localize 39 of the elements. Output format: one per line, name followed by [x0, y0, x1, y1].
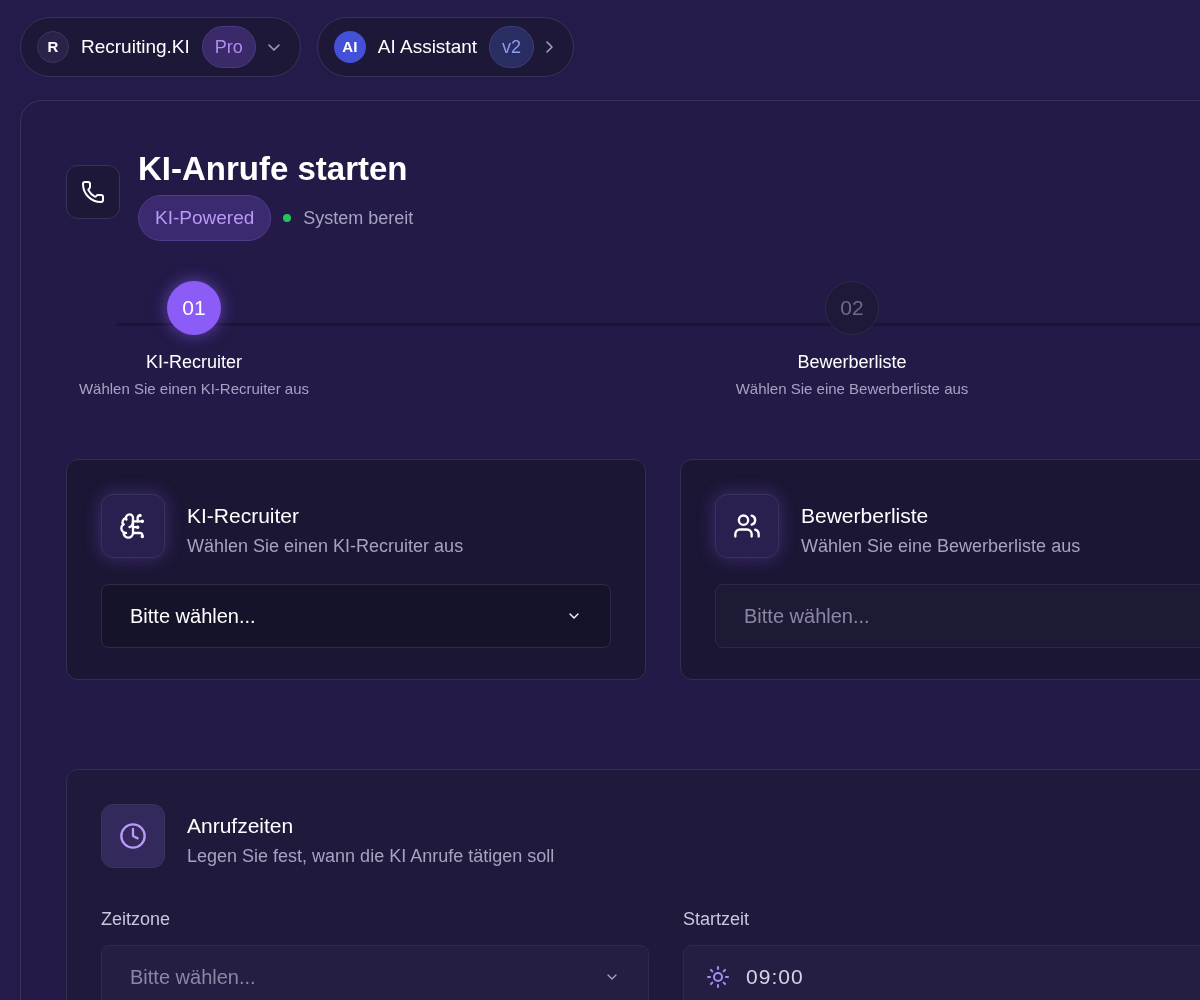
step-subtitle: Wählen Sie einen KI-Recruiter aus [78, 379, 310, 399]
avatar: AI [333, 31, 366, 63]
chevron-right-icon [546, 41, 554, 53]
select-field[interactable]: Bitte wählen... [101, 584, 611, 648]
time-value: 09:00 [746, 964, 804, 991]
step-title: Bewerberliste [797, 351, 907, 374]
ai-tag: KI-Powered [138, 195, 272, 241]
step-subtitle: Wählen Sie eine Bewerberliste aus [735, 379, 969, 399]
placeholder-text: Bitte wählen... [130, 965, 256, 990]
field-label: Zeitzone [101, 908, 172, 931]
input-field[interactable]: Bitte wählen... [715, 584, 1200, 648]
switcher-label: AI Assistant [377, 34, 478, 59]
brain-icon [119, 511, 147, 540]
plan-tag: v2 [489, 26, 535, 68]
field-label: Startzeit [683, 908, 751, 931]
page-title: KI-Anrufe starten [138, 149, 409, 189]
phone-icon [81, 180, 105, 204]
card-title: Anrufzeiten [187, 812, 295, 839]
plan-tag: Pro [201, 26, 256, 68]
card-subtitle: Legen Sie fest, wann die KI Anrufe tätigen soll [187, 845, 555, 868]
card-title: Bewerberliste [801, 502, 930, 529]
clock-icon [119, 821, 147, 850]
placeholder-text: Bitte wählen... [744, 604, 870, 629]
status-text: System bereit [303, 206, 414, 230]
card-title: KI-Recruiter [187, 502, 301, 529]
step-title: KI-Recruiter [146, 351, 242, 374]
users-icon [733, 511, 761, 540]
switcher-label: Recruiting.KI [81, 34, 190, 59]
card-subtitle: Wählen Sie einen KI-Recruiter aus [187, 535, 464, 558]
select-value: Bitte wählen... [130, 604, 256, 629]
sun-icon [706, 965, 730, 989]
step-number[interactable]: 01 [167, 281, 221, 335]
workspace-switcher[interactable]: R Recruiting.KI Pro [20, 17, 301, 77]
chevron-down-icon [267, 43, 280, 51]
time-field[interactable]: 09:00 [683, 945, 1200, 1000]
avatar: R [37, 31, 69, 63]
select-field[interactable]: Bitte wählen... [101, 945, 649, 1000]
card-subtitle: Wählen Sie eine Bewerberliste aus [801, 535, 1081, 558]
assistant-switcher[interactable]: AI AI Assistant v2 [316, 17, 575, 77]
